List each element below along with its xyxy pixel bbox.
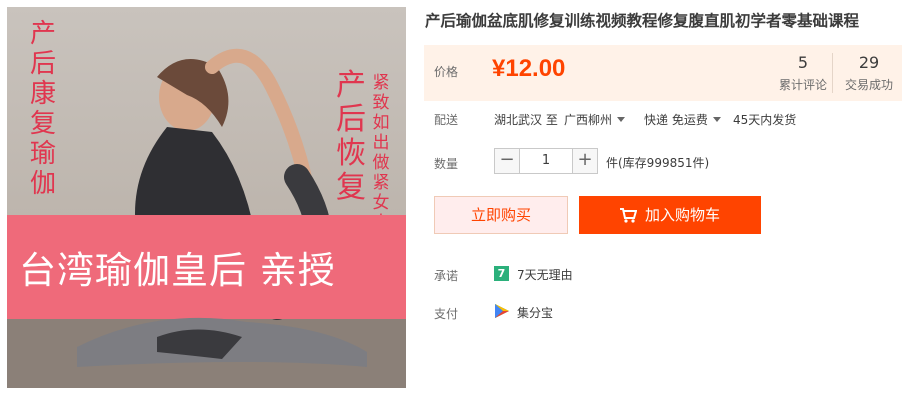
payment-text[interactable]: 集分宝 [517,304,553,321]
ship-method-value: 快递 免运费 [644,113,708,127]
payment-label: 支付 [434,307,459,321]
review-count-label: 累计评论 [778,78,827,92]
jifenbao-icon [495,304,509,318]
buy-now-button[interactable]: 立即购买 [434,196,568,234]
add-to-cart-button[interactable]: 加入购物车 [579,196,761,234]
deal-count: 29 [858,53,880,72]
dispatch-time: 45天内发货 [733,113,797,127]
deal-count-label: 交易成功 [844,78,893,92]
promise-label: 承诺 [434,269,459,283]
quantity-decrease-button[interactable]: − [494,148,520,174]
quantity-input[interactable]: 1 [520,148,572,174]
quantity-label: 数量 [434,157,459,171]
yoga-legs-illustration [77,317,367,367]
ship-from: 湖北武汉 至 [494,113,558,127]
seven-day-return-icon: 7 [494,266,509,281]
add-to-cart-label: 加入购物车 [644,206,720,224]
ship-method-select[interactable]: 快递 免运费 [644,111,721,128]
ship-to-select[interactable]: 广西柳州 [564,111,626,128]
price-panel: 价格 ¥12.00 5 累计评论 29 交易成功 [424,45,902,101]
stock-text: 件(库存999851件) [606,156,710,170]
ship-to-value: 广西柳州 [564,113,613,127]
product-image[interactable]: 产后康复瑜伽 产后恢复 紧致如出做紧女人 台湾瑜伽皇后 亲授 [7,7,406,388]
shipping-label: 配送 [434,113,459,127]
quantity-stepper: − 1 + [494,148,598,174]
quantity-increase-button[interactable]: + [572,148,598,174]
promise-text[interactable]: 7天无理由 [517,266,573,283]
cart-icon [619,208,637,223]
deal-count-stat: 29 交易成功 [836,53,902,93]
price-label: 价格 [434,65,459,79]
chevron-down-icon [617,117,626,122]
product-title: 产后瑜伽盆底肌修复训练视频教程修复腹直肌初学者零基础课程 [425,12,860,30]
review-count: 5 [797,53,809,72]
price-value: ¥12.00 [492,55,566,82]
review-count-stat[interactable]: 5 累计评论 [774,53,833,93]
chevron-down-icon [712,117,721,122]
